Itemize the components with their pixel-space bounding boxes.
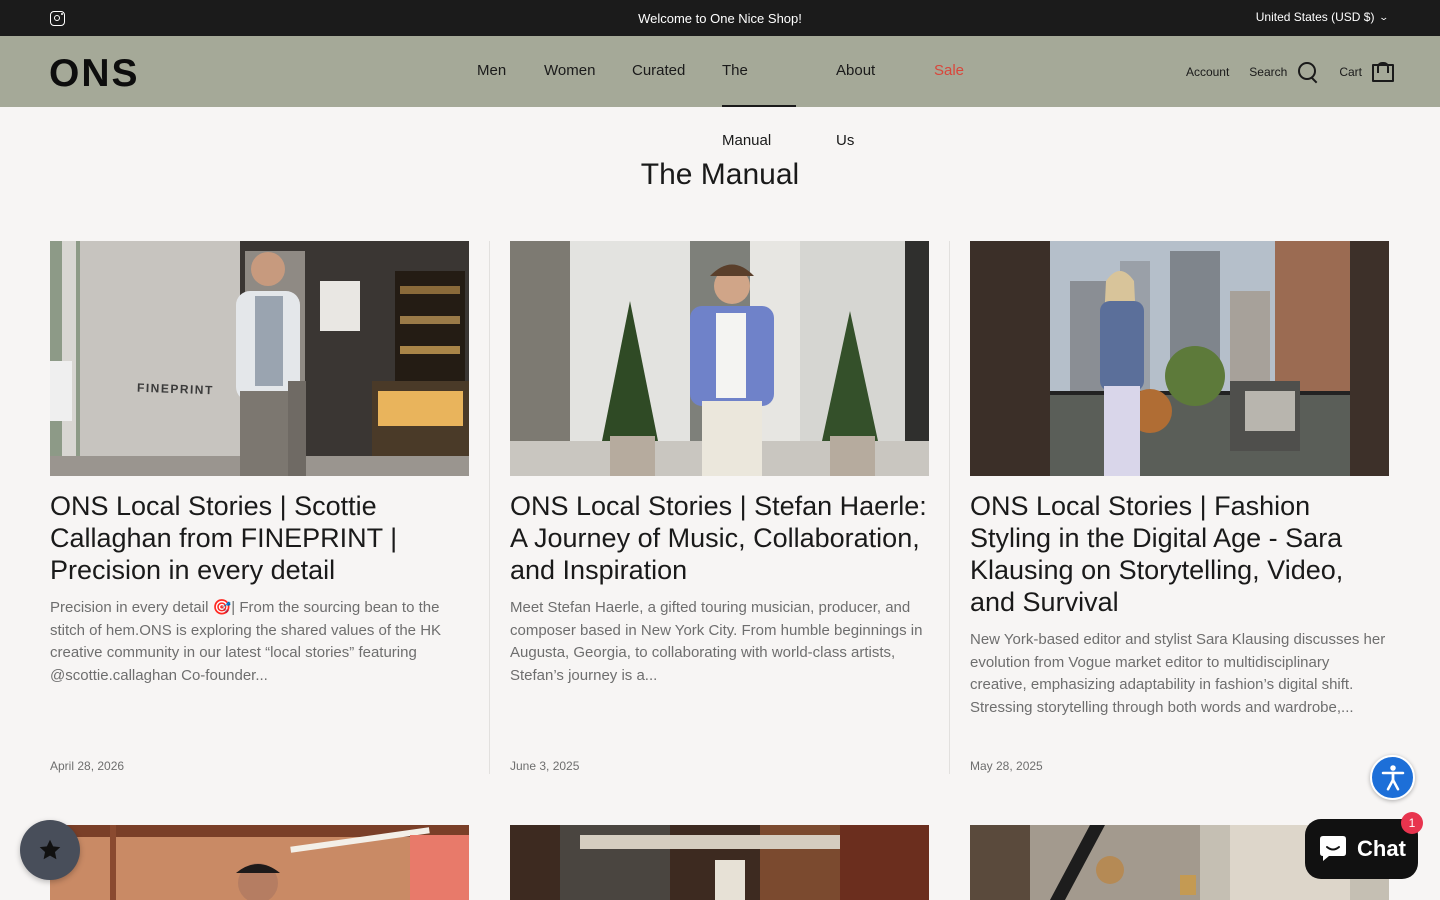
- chat-label: Chat: [1357, 836, 1406, 861]
- article-title[interactable]: ONS Local Stories | Stefan Haerle: A Jou…: [510, 490, 929, 586]
- instagram-icon[interactable]: [50, 11, 65, 26]
- column-divider: [949, 241, 950, 774]
- header-actions: Account Search Cart: [1186, 36, 1394, 107]
- search-icon: [1297, 61, 1318, 82]
- search-label: Search: [1249, 64, 1288, 79]
- article-excerpt: New York-based editor and stylist Sara K…: [970, 631, 1386, 716]
- locale-selector[interactable]: United States (USD $) ⌄: [1255, 10, 1390, 24]
- star-icon: [39, 839, 61, 860]
- announcement-text: Welcome to One Nice Shop!: [638, 10, 802, 26]
- article-image[interactable]: [510, 241, 929, 476]
- nav-the-manual[interactable]: The Manual: [722, 36, 796, 149]
- article-image[interactable]: [970, 241, 1389, 476]
- article-image[interactable]: FINEPRINT: [50, 241, 469, 476]
- search-button[interactable]: Search: [1249, 61, 1318, 82]
- main-nav: Men Women Curated The Manual About Us Sa…: [477, 36, 964, 149]
- article-title[interactable]: ONS Local Stories | Scottie Callaghan fr…: [50, 490, 469, 586]
- announcement-bar: Welcome to One Nice Shop! United States …: [0, 0, 1440, 36]
- article-card[interactable]: FINEPRINT ONS Local Stories | Scottie Ca…: [50, 241, 469, 773]
- chat-button[interactable]: Chat 1: [1305, 812, 1423, 879]
- article-card[interactable]: ONS Local Stories | Fashion Styling in t…: [970, 241, 1389, 773]
- article-image[interactable]: [510, 825, 929, 900]
- page-title: The Manual: [640, 158, 800, 191]
- article-date: April 28, 2026: [50, 759, 125, 773]
- article-excerpt: Precision in every detail 🎯| From the so…: [50, 599, 442, 684]
- nav-women[interactable]: Women: [544, 36, 595, 107]
- article-title[interactable]: ONS Local Stories | Fashion Styling in t…: [970, 490, 1389, 618]
- article-date: May 28, 2025: [970, 759, 1043, 773]
- nav-curated[interactable]: Curated: [632, 36, 685, 107]
- cart-button[interactable]: Cart: [1339, 61, 1394, 82]
- shopping-bag-icon: [1372, 61, 1394, 82]
- article-excerpt: Meet Stefan Haerle, a gifted touring mus…: [510, 599, 923, 684]
- sign-text: FINEPRINT: [136, 380, 215, 398]
- article-card[interactable]: ONS Local Stories | Stefan Haerle: A Jou…: [510, 241, 929, 773]
- account-link[interactable]: Account: [1186, 65, 1229, 79]
- nav-men[interactable]: Men: [477, 36, 506, 107]
- accessibility-button[interactable]: [1370, 755, 1415, 800]
- nav-sale[interactable]: Sale: [934, 36, 964, 107]
- chevron-down-icon: ⌄: [1378, 11, 1390, 22]
- site-header: ONS Men Women Curated The Manual About U…: [0, 36, 1440, 149]
- rewards-button[interactable]: [20, 820, 80, 880]
- locale-label: United States (USD $): [1255, 10, 1375, 24]
- chat-notification-badge: 1: [1401, 812, 1423, 834]
- logo[interactable]: ONS: [49, 54, 140, 93]
- accessibility-icon: [1381, 764, 1404, 790]
- article-image[interactable]: [50, 825, 469, 900]
- nav-about-us[interactable]: About Us: [836, 36, 894, 149]
- cart-label: Cart: [1339, 64, 1362, 79]
- column-divider: [489, 241, 490, 774]
- article-date: June 3, 2025: [510, 759, 580, 773]
- chat-bubble-icon: [1320, 836, 1347, 861]
